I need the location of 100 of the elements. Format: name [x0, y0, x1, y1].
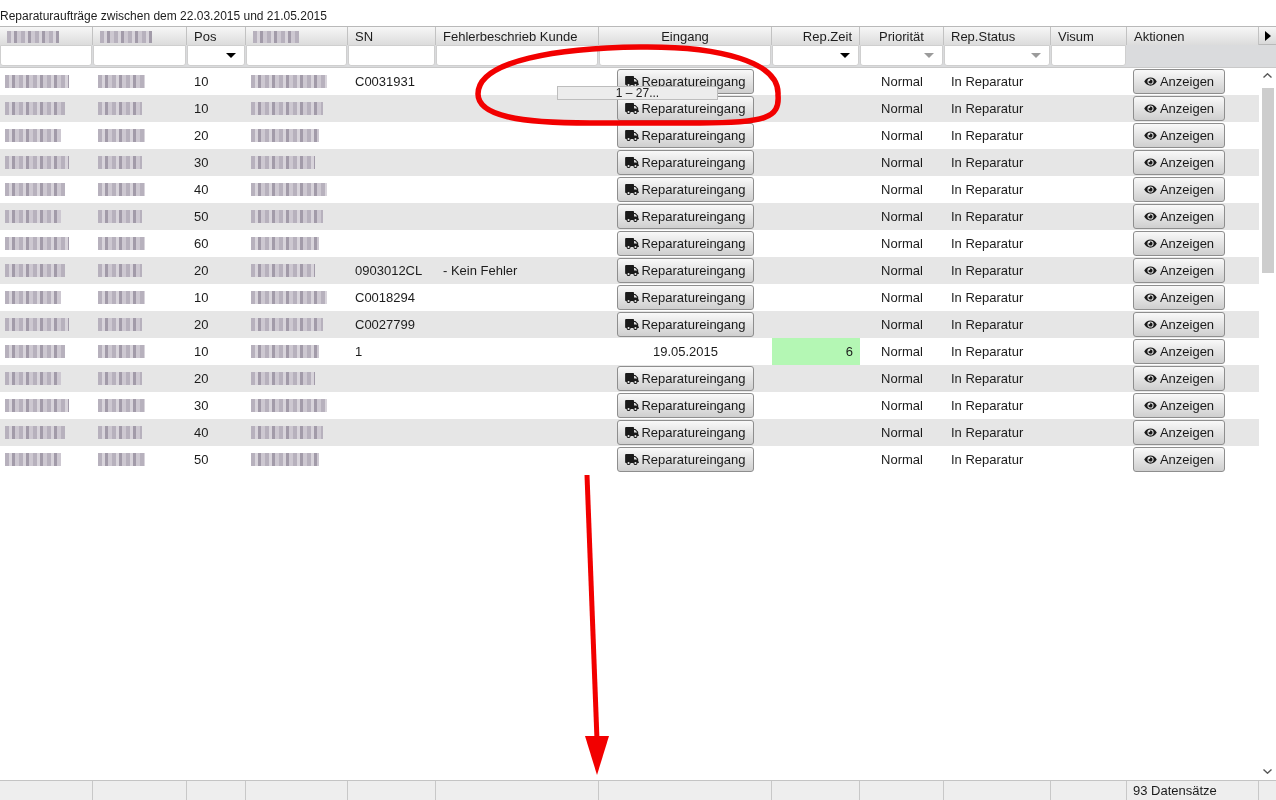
filter-input[interactable] — [0, 45, 92, 66]
status-label: In Reparatur — [951, 126, 1024, 145]
eye-icon — [1143, 454, 1157, 465]
repair-intake-button[interactable]: Reparatureingang — [617, 366, 754, 391]
view-button[interactable]: Anzeigen — [1133, 420, 1225, 445]
fault-description: - Kein Fehler — [443, 261, 518, 280]
filter-input[interactable] — [246, 45, 347, 66]
position-number: 10 — [194, 342, 209, 361]
blurred-text — [98, 264, 142, 277]
view-button[interactable]: Anzeigen — [1133, 96, 1225, 121]
status-label: In Reparatur — [951, 315, 1024, 334]
position-number: 10 — [194, 72, 209, 91]
blurred-text — [251, 453, 319, 466]
repair-intake-button[interactable]: Reparatureingang — [617, 420, 754, 445]
column-scroll-button[interactable] — [1259, 27, 1276, 44]
scroll-down-icon[interactable] — [1263, 769, 1272, 774]
view-button[interactable]: Anzeigen — [1133, 339, 1225, 364]
priority-label: Normal — [881, 99, 923, 118]
repair-intake-button[interactable]: Reparatureingang — [617, 285, 754, 310]
tooltip: 1 – 27... — [557, 86, 718, 100]
blurred-text — [253, 30, 299, 43]
view-button[interactable]: Anzeigen — [1133, 69, 1225, 94]
priority-label: Normal — [881, 234, 923, 253]
blurred-text — [5, 399, 69, 412]
repair-intake-button[interactable]: Reparatureingang — [617, 312, 754, 337]
blurred-text — [251, 102, 323, 115]
serial-number: C0027799 — [355, 315, 415, 334]
view-button[interactable]: Anzeigen — [1133, 231, 1225, 256]
column-header[interactable] — [93, 27, 187, 47]
status-label: In Reparatur — [951, 153, 1024, 172]
repair-intake-button[interactable]: Reparatureingang — [617, 447, 754, 472]
position-number: 10 — [194, 288, 209, 307]
filter-input[interactable] — [1051, 45, 1126, 66]
blurred-text — [100, 30, 152, 43]
status-label: In Reparatur — [951, 342, 1024, 361]
status-label: In Reparatur — [951, 423, 1024, 442]
view-button[interactable]: Anzeigen — [1133, 285, 1225, 310]
blurred-text — [98, 345, 145, 358]
status-label: In Reparatur — [951, 369, 1024, 388]
eye-icon — [1143, 211, 1157, 222]
view-button[interactable]: Anzeigen — [1133, 258, 1225, 283]
blurred-text — [98, 291, 145, 304]
blurred-text — [98, 318, 142, 331]
status-label: In Reparatur — [951, 234, 1024, 253]
repair-intake-button[interactable]: Reparatureingang — [617, 177, 754, 202]
filter-input[interactable] — [93, 45, 186, 66]
truck-icon — [625, 265, 640, 276]
filter-input[interactable] — [348, 45, 435, 66]
scrollbar-thumb[interactable] — [1261, 88, 1274, 273]
column-header[interactable] — [0, 27, 93, 47]
blurred-text — [5, 210, 61, 223]
blurred-text — [5, 291, 61, 304]
status-label: In Reparatur — [951, 207, 1024, 226]
view-button[interactable]: Anzeigen — [1133, 177, 1225, 202]
column-header[interactable]: Fehlerbeschrieb Kunde — [436, 27, 599, 47]
scroll-up-icon[interactable] — [1263, 73, 1272, 78]
column-header[interactable] — [246, 27, 348, 47]
repair-intake-button[interactable]: Reparatureingang — [617, 258, 754, 283]
column-header[interactable]: Visum — [1051, 27, 1127, 47]
position-number: 40 — [194, 423, 209, 442]
priority-label: Normal — [881, 342, 923, 361]
view-button[interactable]: Anzeigen — [1133, 312, 1225, 337]
priority-label: Normal — [881, 450, 923, 469]
blurred-text — [98, 75, 145, 88]
column-header[interactable]: Rep.Status — [944, 27, 1051, 47]
blurred-text — [5, 183, 65, 196]
repair-intake-button[interactable]: Reparatureingang — [617, 204, 754, 229]
blurred-text — [98, 426, 142, 439]
view-button[interactable]: Anzeigen — [1133, 150, 1225, 175]
filter-dropdown[interactable] — [187, 45, 245, 66]
column-header[interactable]: Rep.Zeit — [772, 27, 860, 47]
blurred-text — [5, 372, 61, 385]
priority-label: Normal — [881, 126, 923, 145]
blurred-text — [251, 264, 315, 277]
blurred-text — [5, 237, 69, 250]
truck-icon — [625, 454, 640, 465]
column-header[interactable]: SN — [348, 27, 436, 47]
truck-icon — [625, 238, 640, 249]
view-button[interactable]: Anzeigen — [1133, 393, 1225, 418]
page-title: Reparaturaufträge zwischen dem 22.03.2015 und 21.05.2015 — [0, 8, 327, 24]
repair-intake-button[interactable]: Reparatureingang — [617, 393, 754, 418]
column-header[interactable]: Eingang — [599, 27, 772, 47]
position-number: 20 — [194, 315, 209, 334]
blurred-text — [5, 426, 65, 439]
view-button[interactable]: Anzeigen — [1133, 123, 1225, 148]
blurred-text — [251, 129, 319, 142]
view-button[interactable]: Anzeigen — [1133, 204, 1225, 229]
column-header[interactable]: Aktionen — [1127, 27, 1259, 47]
priority-label: Normal — [881, 396, 923, 415]
repair-intake-button[interactable]: Reparatureingang — [617, 231, 754, 256]
truck-icon — [625, 103, 640, 114]
repair-intake-button[interactable]: Reparatureingang — [617, 150, 754, 175]
eye-icon — [1143, 130, 1157, 141]
view-button[interactable]: Anzeigen — [1133, 366, 1225, 391]
priority-label: Normal — [881, 369, 923, 388]
view-button[interactable]: Anzeigen — [1133, 447, 1225, 472]
serial-number: 1 — [355, 342, 363, 361]
column-header[interactable]: Pos — [187, 27, 246, 47]
triangle-right-icon — [1264, 30, 1271, 41]
column-header[interactable]: Priorität — [860, 27, 944, 47]
